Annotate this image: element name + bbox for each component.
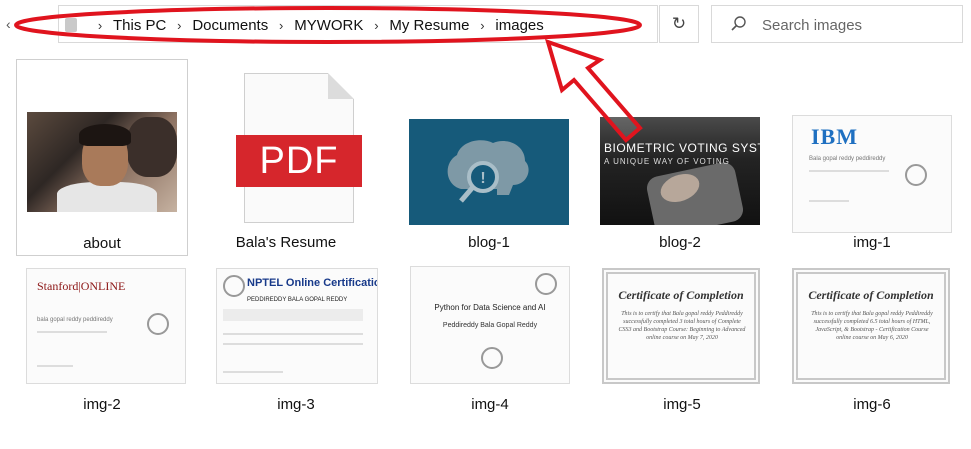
thumbnail-image: Python for Data Science and AI Peddiredd… xyxy=(410,266,570,384)
file-name: img-2 xyxy=(83,396,121,413)
file-tile-blog-1[interactable]: ! blog-1 xyxy=(397,59,569,256)
breadcrumb-my-resume[interactable]: My Resume xyxy=(389,17,469,34)
file-name: blog-2 xyxy=(659,234,701,251)
thumbnail-title: NPTEL Online Certification xyxy=(247,277,378,289)
thumbnail-image: IBM Bala gopal reddy peddireddy xyxy=(792,115,952,233)
refresh-icon: ↻ xyxy=(671,14,687,33)
svg-text:!: ! xyxy=(480,170,485,187)
refresh-button[interactable]: ↻ xyxy=(659,5,699,43)
thumbnail-image: Stanford|ONLINE bala gopal reddy peddire… xyxy=(26,268,186,384)
address-bar[interactable]: › This PC › Documents › MYWORK › My Resu… xyxy=(58,5,658,43)
breadcrumb-separator-icon[interactable]: › xyxy=(469,18,495,33)
thumbnail-title: Certificate of Completion xyxy=(808,288,934,302)
file-name: about xyxy=(83,235,121,252)
file-tile-resume-pdf[interactable]: PDF Bala's Resume xyxy=(200,59,372,256)
breadcrumb-separator-icon[interactable]: › xyxy=(363,18,389,33)
file-name: img-3 xyxy=(277,396,315,413)
thumbnail-image: BIOMETRIC VOTING SYSTEM A UNIQUE WAY OF … xyxy=(600,117,760,225)
stanford-logo: Stanford|ONLINE xyxy=(37,279,126,293)
thumbnail-recipient: Peddireddy Bala Gopal Reddy xyxy=(442,322,538,329)
breadcrumb-mywork[interactable]: MYWORK xyxy=(294,17,363,34)
file-name: Bala's Resume xyxy=(235,234,337,251)
file-tile-blog-2[interactable]: BIOMETRIC VOTING SYSTEM A UNIQUE WAY OF … xyxy=(596,59,768,256)
back-arrow-icon[interactable]: ‹ xyxy=(6,16,11,32)
file-name: img-6 xyxy=(853,396,891,413)
thumbnail-image: Certificate of Completion This is to cer… xyxy=(602,268,760,384)
file-tile-about[interactable]: about xyxy=(16,59,188,256)
brain-search-icon: ! xyxy=(447,140,529,203)
file-tile-img-5[interactable]: Certificate of Completion This is to cer… xyxy=(596,262,768,422)
file-name: blog-1 xyxy=(468,234,510,251)
pdf-badge: PDF xyxy=(236,135,362,187)
breadcrumb-this-pc[interactable]: This PC xyxy=(113,17,166,34)
file-name: img-1 xyxy=(853,234,891,251)
file-tile-img-1[interactable]: IBM Bala gopal reddy peddireddy img-1 xyxy=(786,59,958,256)
thumbnail-image: Certificate of Completion This is to cer… xyxy=(792,268,950,384)
file-tile-img-2[interactable]: Stanford|ONLINE bala gopal reddy peddire… xyxy=(16,262,188,422)
thumbnail-title: Certificate of Completion xyxy=(618,288,744,302)
thumbnail-image: ! xyxy=(409,119,569,225)
ibm-logo: IBM xyxy=(811,124,858,149)
search-icon xyxy=(731,16,746,31)
breadcrumb-separator-icon[interactable]: › xyxy=(87,18,113,33)
breadcrumb-separator-icon[interactable]: › xyxy=(268,18,294,33)
search-box[interactable] xyxy=(711,5,963,43)
search-input[interactable] xyxy=(760,14,954,36)
breadcrumb-images[interactable]: images xyxy=(495,17,543,34)
thumbnail-image: NPTEL Online Certification PEDDIREDDY BA… xyxy=(216,268,378,384)
pdf-file-icon: PDF xyxy=(236,73,362,223)
file-name: img-4 xyxy=(471,396,509,413)
breadcrumb: › This PC › Documents › MYWORK › My Resu… xyxy=(87,6,544,44)
thumbnail-subtitle: A UNIQUE WAY OF VOTING xyxy=(604,157,730,166)
thumbnail-body: This is to certify that Bala gopal reddy… xyxy=(618,311,746,341)
file-name: img-5 xyxy=(663,396,701,413)
thumbnail-title: BIOMETRIC VOTING SYSTEM xyxy=(604,141,760,155)
file-tile-img-6[interactable]: Certificate of Completion This is to cer… xyxy=(786,262,958,422)
thumbnail-title: Python for Data Science and AI xyxy=(434,303,546,312)
breadcrumb-documents[interactable]: Documents xyxy=(192,17,268,34)
thumbnail-image xyxy=(27,112,177,212)
file-tile-img-3[interactable]: NPTEL Online Certification PEDDIREDDY BA… xyxy=(210,262,382,422)
breadcrumb-separator-icon[interactable]: › xyxy=(166,18,192,33)
this-pc-icon xyxy=(65,18,77,32)
thumbnail-body: This is to certify that Bala gopal reddy… xyxy=(811,311,933,341)
file-tile-img-4[interactable]: Python for Data Science and AI Peddiredd… xyxy=(400,262,572,422)
explorer-toolbar: ‹ › This PC › Documents › MYWORK › My Re… xyxy=(0,0,971,50)
